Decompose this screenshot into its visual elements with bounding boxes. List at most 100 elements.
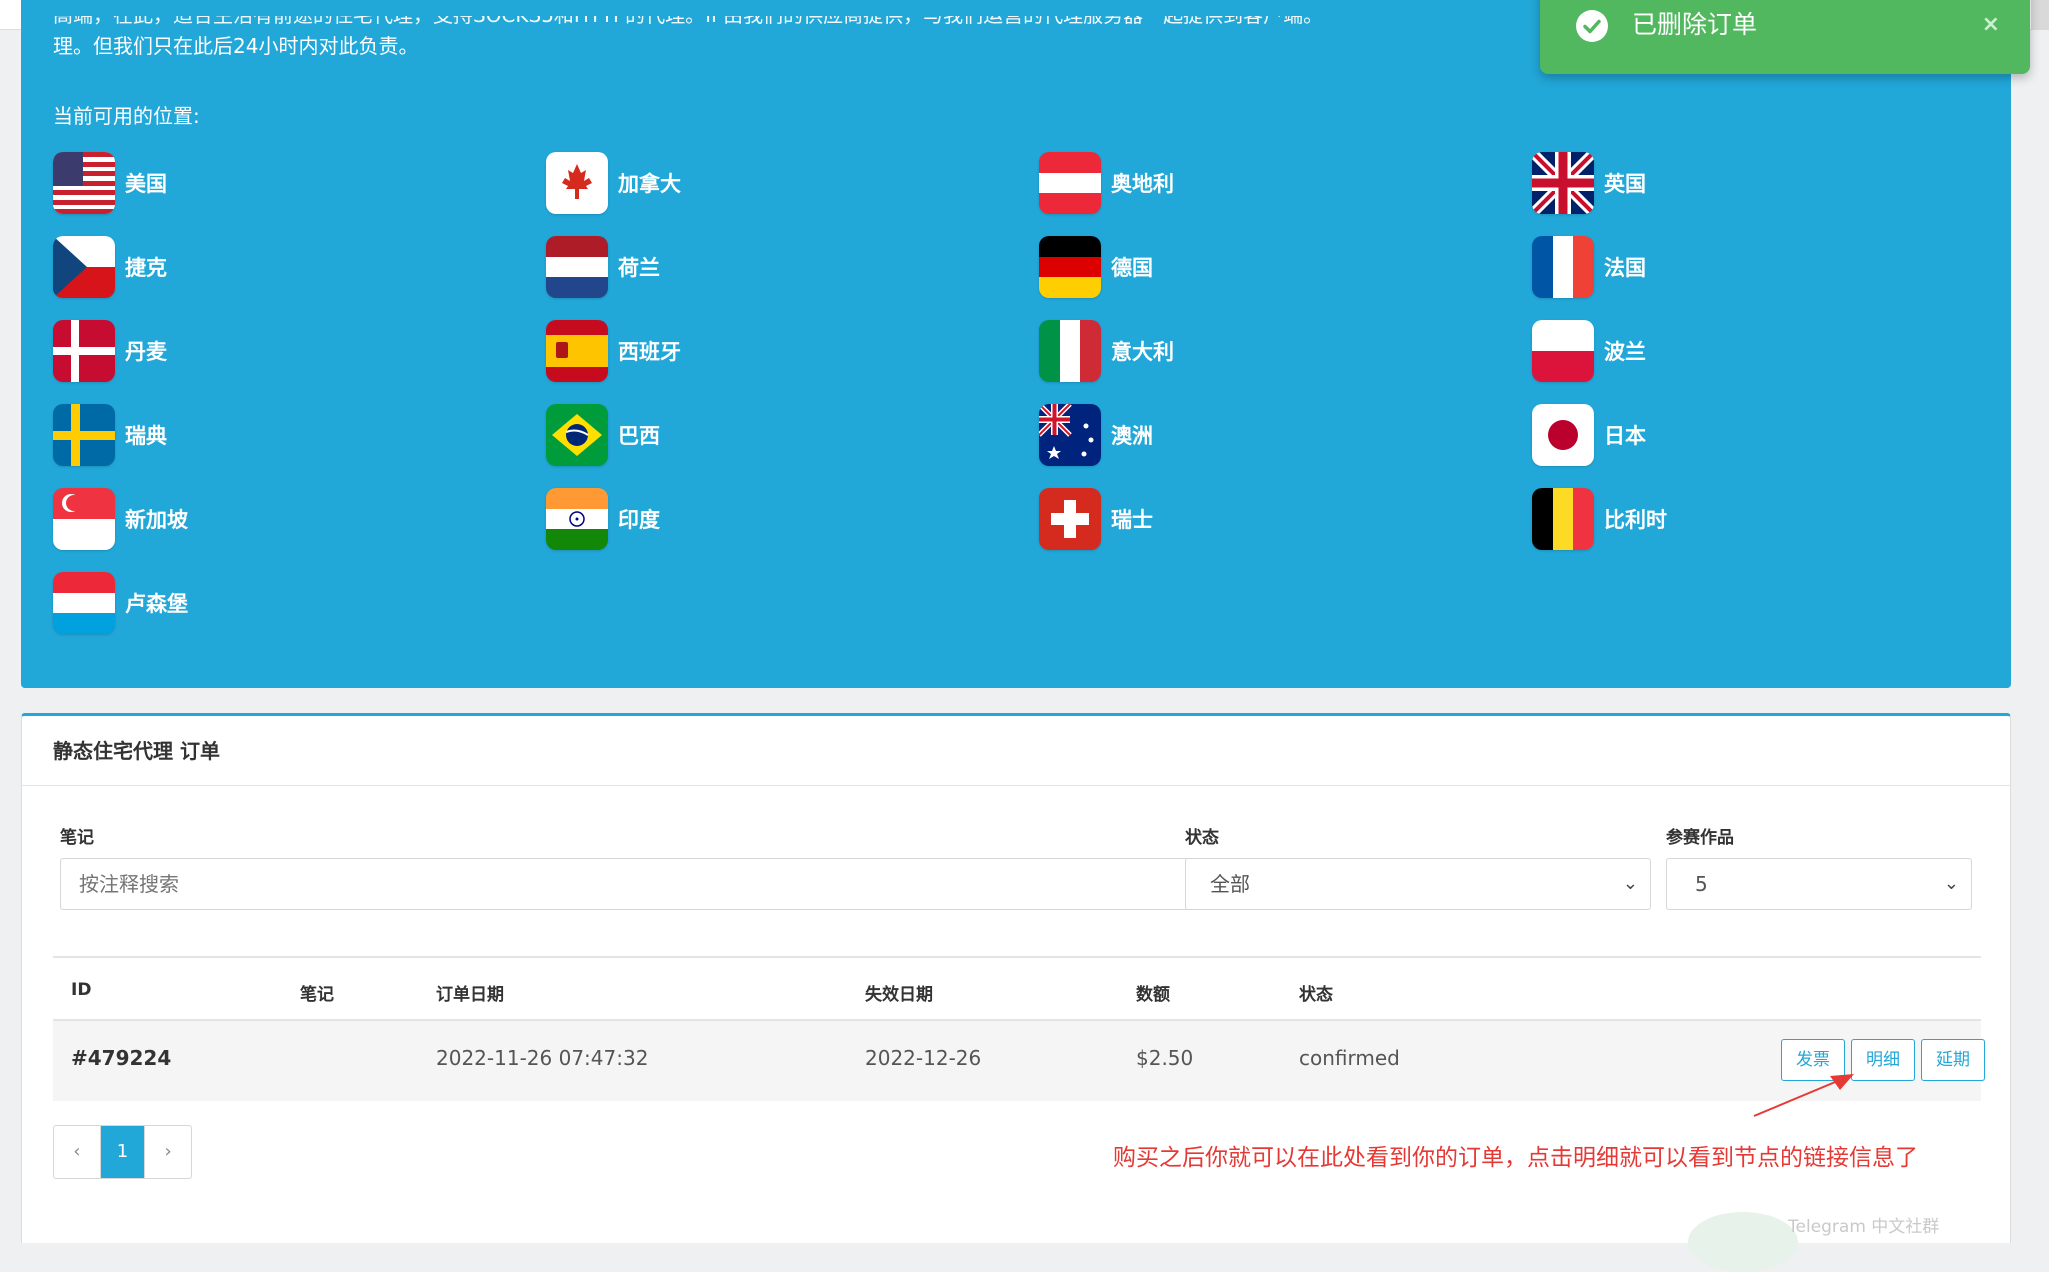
country-item-se: 瑞典: [53, 404, 167, 466]
country-name: 加拿大: [618, 172, 681, 196]
se-flag-icon: [53, 404, 115, 466]
country-name: 澳洲: [1111, 424, 1153, 448]
pl-flag-icon: [1532, 320, 1594, 382]
country-name: 瑞士: [1111, 508, 1153, 532]
country-item-br: 巴西: [546, 404, 660, 466]
locations-panel: 高端，在此，适合生活有前途的住宅代理，支持SOCKS5和HTTP的代理。IP由我…: [21, 0, 2011, 688]
country-name: 瑞典: [125, 424, 167, 448]
country-name: 波兰: [1604, 340, 1646, 364]
annotation-note: 购买之后你就可以在此处看到你的订单，点击明细就可以看到节点的链接信息了: [1113, 1145, 1918, 1171]
country-name: 捷克: [125, 256, 167, 280]
sg-flag-icon: [53, 488, 115, 550]
order-status: confirmed: [1299, 1046, 1400, 1070]
country-item-ch: 瑞士: [1039, 488, 1153, 550]
chevron-down-icon: ⌄: [1622, 873, 1638, 894]
country-item-pl: 波兰: [1532, 320, 1646, 382]
available-locations-label: 当前可用的位置:: [53, 104, 200, 128]
order-id: #479224: [71, 1046, 172, 1070]
country-name: 西班牙: [618, 340, 681, 364]
be-flag-icon: [1532, 488, 1594, 550]
country-name: 比利时: [1604, 508, 1667, 532]
country-name: 法国: [1604, 256, 1646, 280]
intro-line-1: 高端，在此，适合生活有前途的住宅代理，支持SOCKS5和HTTP的代理。IP由我…: [53, 16, 1553, 28]
entries-filter-label: 参赛作品: [1666, 828, 1734, 848]
country-name: 意大利: [1111, 340, 1174, 364]
country-item-es: 西班牙: [546, 320, 681, 382]
br-flag-icon: [546, 404, 608, 466]
table-header: ID 笔记 订单日期 失效日期 数额 状态: [53, 956, 1981, 1021]
scrollbar[interactable]: [2031, 0, 2049, 30]
extend-button[interactable]: 延期: [1921, 1039, 1985, 1081]
status-filter-label: 状态: [1185, 828, 1219, 848]
intro-text: 高端，在此，适合生活有前途的住宅代理，支持SOCKS5和HTTP的代理。IP由我…: [53, 16, 1553, 86]
fr-flag-icon: [1532, 236, 1594, 298]
col-note[interactable]: 笔记: [300, 980, 334, 1005]
note-filter-label: 笔记: [60, 828, 94, 848]
chevron-down-icon: ⌄: [1943, 873, 1959, 894]
country-item-au: 澳洲: [1039, 404, 1153, 466]
us-flag-icon: [53, 152, 115, 214]
details-button[interactable]: 明细: [1851, 1039, 1915, 1081]
cz-flag-icon: [53, 236, 115, 298]
at-flag-icon: [1039, 152, 1101, 214]
toast-message: 已删除订单: [1632, 10, 1758, 39]
country-name: 德国: [1111, 256, 1153, 280]
col-id[interactable]: ID: [71, 980, 91, 1000]
ca-flag-icon: [546, 152, 608, 214]
expiry-date: 2022-12-26: [865, 1046, 982, 1070]
country-name: 日本: [1604, 424, 1646, 448]
note-search-input[interactable]: [60, 858, 1210, 910]
country-item-in: 印度: [546, 488, 660, 550]
country-name: 巴西: [618, 424, 660, 448]
country-item-at: 奥地利: [1039, 152, 1174, 214]
country-name: 英国: [1604, 172, 1646, 196]
col-order-date[interactable]: 订单日期: [436, 980, 504, 1005]
col-expiry-date[interactable]: 失效日期: [865, 980, 933, 1005]
country-name: 丹麦: [125, 340, 167, 364]
intro-line-2: 理。但我们只在此后24小时内对此负责。: [53, 34, 419, 58]
it-flag-icon: [1039, 320, 1101, 382]
table-row: #479224 2022-11-26 07:47:32 2022-12-26 $…: [53, 1021, 1985, 1101]
country-item-fr: 法国: [1532, 236, 1646, 298]
jp-flag-icon: [1532, 404, 1594, 466]
country-item-us: 美国: [53, 152, 167, 214]
country-name: 新加坡: [125, 508, 188, 532]
country-item-it: 意大利: [1039, 320, 1174, 382]
gb-flag-icon: [1532, 152, 1594, 214]
country-item-nl: 荷兰: [546, 236, 660, 298]
country-name: 印度: [618, 508, 660, 532]
au-flag-icon: [1039, 404, 1101, 466]
country-item-lu: 卢森堡: [53, 572, 188, 634]
check-circle-icon: [1576, 10, 1608, 42]
country-item-jp: 日本: [1532, 404, 1646, 466]
country-item-be: 比利时: [1532, 488, 1667, 550]
prev-page-button[interactable]: ‹: [54, 1126, 100, 1178]
order-amount: $2.50: [1136, 1046, 1194, 1070]
country-name: 美国: [125, 172, 167, 196]
dk-flag-icon: [53, 320, 115, 382]
country-item-cz: 捷克: [53, 236, 167, 298]
close-icon[interactable]: ×: [1982, 12, 2000, 37]
order-date: 2022-11-26 07:47:32: [436, 1046, 649, 1070]
country-item-de: 德国: [1039, 236, 1153, 298]
country-item-dk: 丹麦: [53, 320, 167, 382]
country-item-ca: 加拿大: [546, 152, 681, 214]
annotation-arrow-icon: [1753, 1074, 1854, 1117]
in-flag-icon: [546, 488, 608, 550]
entries-select[interactable]: 5 ⌄: [1666, 858, 1972, 910]
lu-flag-icon: [53, 572, 115, 634]
page-1-button[interactable]: 1: [99, 1126, 146, 1178]
col-status[interactable]: 状态: [1299, 980, 1333, 1005]
status-select[interactable]: 全部 ⌄: [1185, 858, 1651, 910]
orders-title: 静态住宅代理 订单: [22, 716, 2010, 786]
entries-select-value: 5: [1695, 872, 1708, 896]
de-flag-icon: [1039, 236, 1101, 298]
next-page-button[interactable]: ›: [145, 1126, 191, 1178]
country-item-gb: 英国: [1532, 152, 1646, 214]
country-name: 荷兰: [618, 256, 660, 280]
country-name: 奥地利: [1111, 172, 1174, 196]
ch-flag-icon: [1039, 488, 1101, 550]
country-item-sg: 新加坡: [53, 488, 188, 550]
col-amount[interactable]: 数额: [1136, 980, 1170, 1005]
status-select-value: 全部: [1210, 872, 1250, 896]
